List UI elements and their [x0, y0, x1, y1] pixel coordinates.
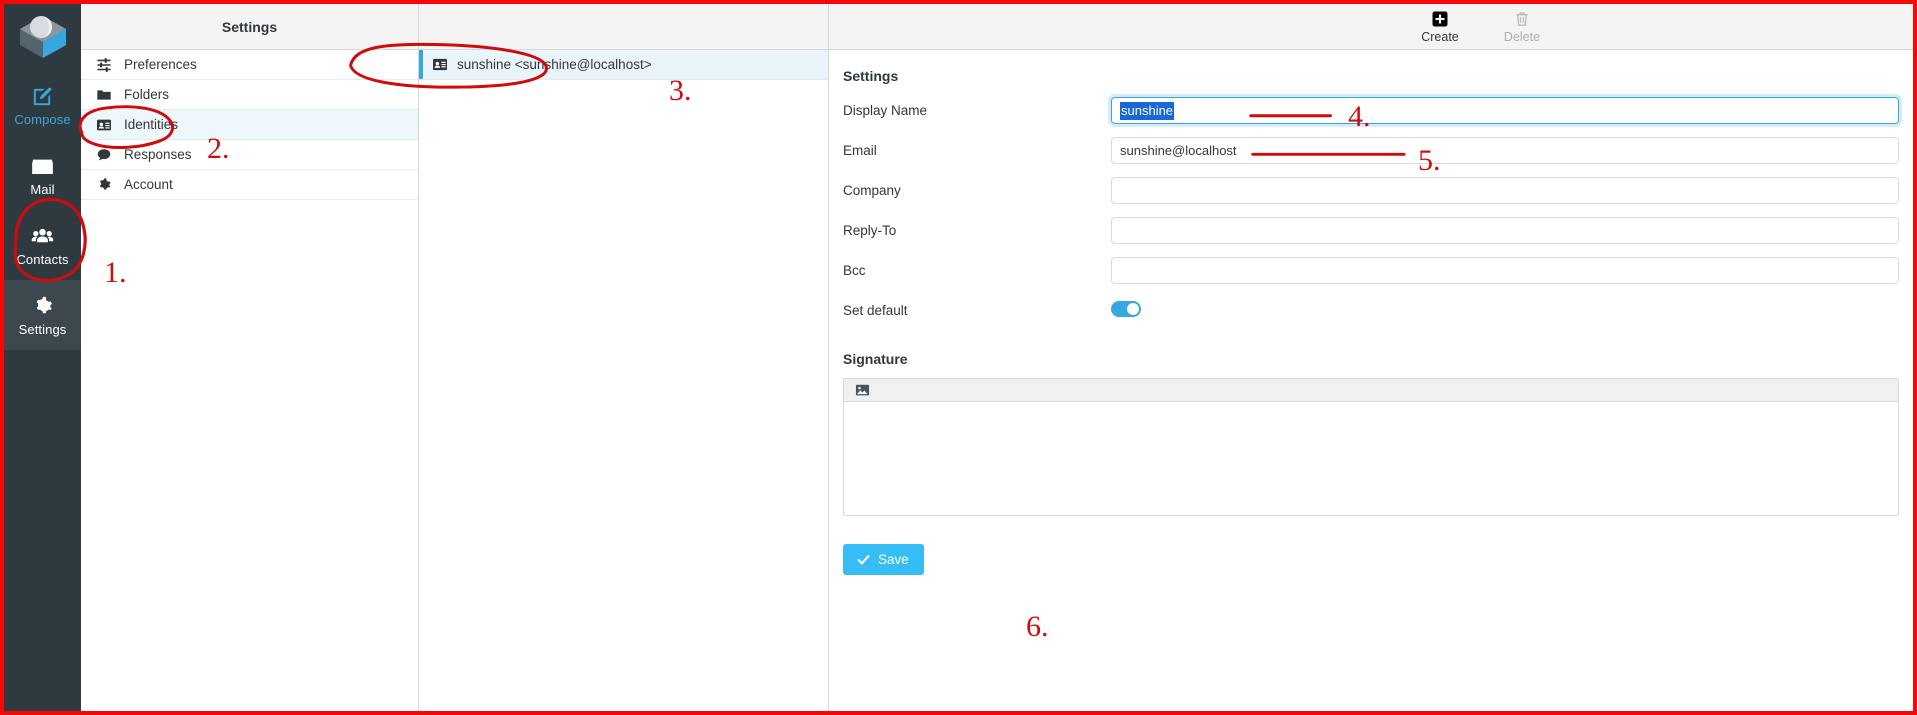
settings-item-label: Preferences — [124, 57, 197, 72]
insert-image-icon[interactable] — [854, 382, 871, 399]
settings-panel-title: Settings — [221, 18, 278, 35]
check-icon — [856, 552, 871, 567]
bcc-input[interactable] — [1111, 257, 1899, 284]
email-input[interactable] — [1111, 137, 1899, 164]
task-sidebar: Compose Mail Contacts Settings — [4, 4, 81, 711]
roundcube-logo-icon — [19, 16, 66, 58]
form-row-display-name: Display Name sunshine — [843, 97, 1899, 124]
signature-editor-toolbar — [844, 379, 1898, 402]
identities-list: sunshine <sunshine@localhost> — [419, 50, 828, 80]
settings-item-responses[interactable]: Responses — [81, 140, 418, 170]
taskbar-label-contacts: Contacts — [16, 252, 69, 267]
taskbar-item-contacts[interactable]: Contacts — [4, 210, 81, 280]
identity-card-icon — [95, 116, 113, 134]
settings-list-panel: Settings Preferences Folders Identities … — [81, 4, 419, 711]
reply-to-input[interactable] — [1111, 217, 1899, 244]
settings-item-identities[interactable]: Identities — [81, 110, 418, 140]
taskbar-label-mail: Mail — [30, 182, 55, 197]
list-item[interactable]: sunshine <sunshine@localhost> — [419, 50, 828, 80]
save-button[interactable]: Save — [843, 544, 924, 575]
identity-item-label: sunshine <sunshine@localhost> — [457, 57, 652, 72]
save-button-label: Save — [878, 552, 909, 567]
settings-item-label: Folders — [124, 87, 170, 102]
settings-item-label: Account — [124, 177, 173, 192]
create-button[interactable]: Create — [1409, 9, 1471, 44]
settings-panel-header: Settings — [81, 4, 418, 50]
envelope-icon — [31, 154, 55, 178]
identities-panel-header — [419, 4, 828, 50]
delete-button-label: Delete — [1503, 30, 1541, 45]
settings-menu: Preferences Folders Identities Responses… — [81, 50, 418, 200]
settings-item-label: Identities — [124, 117, 179, 132]
company-label: Company — [843, 183, 901, 198]
taskbar-item-settings[interactable]: Settings — [4, 280, 81, 350]
form-row-reply-to: Reply-To — [843, 217, 1899, 244]
gear-icon — [95, 176, 113, 194]
taskbar-label-settings: Settings — [18, 322, 67, 337]
taskbar-item-compose[interactable]: Compose — [4, 70, 81, 140]
bcc-label: Bcc — [843, 263, 866, 278]
settings-item-account[interactable]: Account — [81, 170, 418, 200]
reply-to-label: Reply-To — [843, 223, 897, 238]
display-name-label: Display Name — [843, 103, 928, 118]
form-row-set-default: Set default — [843, 297, 1899, 323]
identity-edit-pane: Create Delete Settings Display Name suns… — [829, 4, 1913, 711]
toggle-knob — [1127, 302, 1139, 315]
signature-textarea[interactable] — [844, 402, 1898, 515]
plus-square-icon — [1431, 9, 1450, 28]
form-row-email: Email — [843, 137, 1899, 164]
compose-pencil-icon — [31, 84, 55, 108]
form-row-bcc: Bcc — [843, 257, 1899, 284]
display-name-input[interactable] — [1111, 97, 1899, 124]
identity-form: Settings Display Name sunshine Email Com — [829, 50, 1913, 711]
form-row-company: Company — [843, 177, 1899, 204]
trash-icon — [1513, 9, 1532, 28]
settings-item-label: Responses — [124, 147, 192, 162]
signature-editor — [843, 378, 1899, 516]
gear-icon — [31, 294, 55, 318]
signature-section-title: Signature — [843, 351, 908, 367]
taskbar-item-mail[interactable]: Mail — [4, 140, 81, 210]
settings-item-preferences[interactable]: Preferences — [81, 50, 418, 80]
identities-list-panel: sunshine <sunshine@localhost> — [419, 4, 829, 711]
company-input[interactable] — [1111, 177, 1899, 204]
set-default-toggle[interactable] — [1111, 300, 1141, 317]
identity-card-icon — [431, 56, 448, 73]
create-button-label: Create — [1421, 30, 1459, 45]
delete-button[interactable]: Delete — [1491, 9, 1553, 44]
settings-item-folders[interactable]: Folders — [81, 80, 418, 110]
contacts-people-icon — [31, 224, 55, 248]
folder-icon — [95, 86, 113, 104]
annotated-screenshot-frame: Compose Mail Contacts Settings Settings … — [0, 0, 1917, 715]
speech-bubble-icon — [95, 146, 113, 164]
taskbar-label-compose: Compose — [14, 112, 71, 127]
roundcube-logo — [4, 4, 81, 70]
email-label: Email — [843, 143, 877, 158]
sliders-icon — [95, 56, 113, 74]
content-toolbar: Create Delete — [829, 4, 1913, 50]
set-default-label: Set default — [843, 302, 908, 318]
form-section-title: Settings — [843, 68, 899, 84]
